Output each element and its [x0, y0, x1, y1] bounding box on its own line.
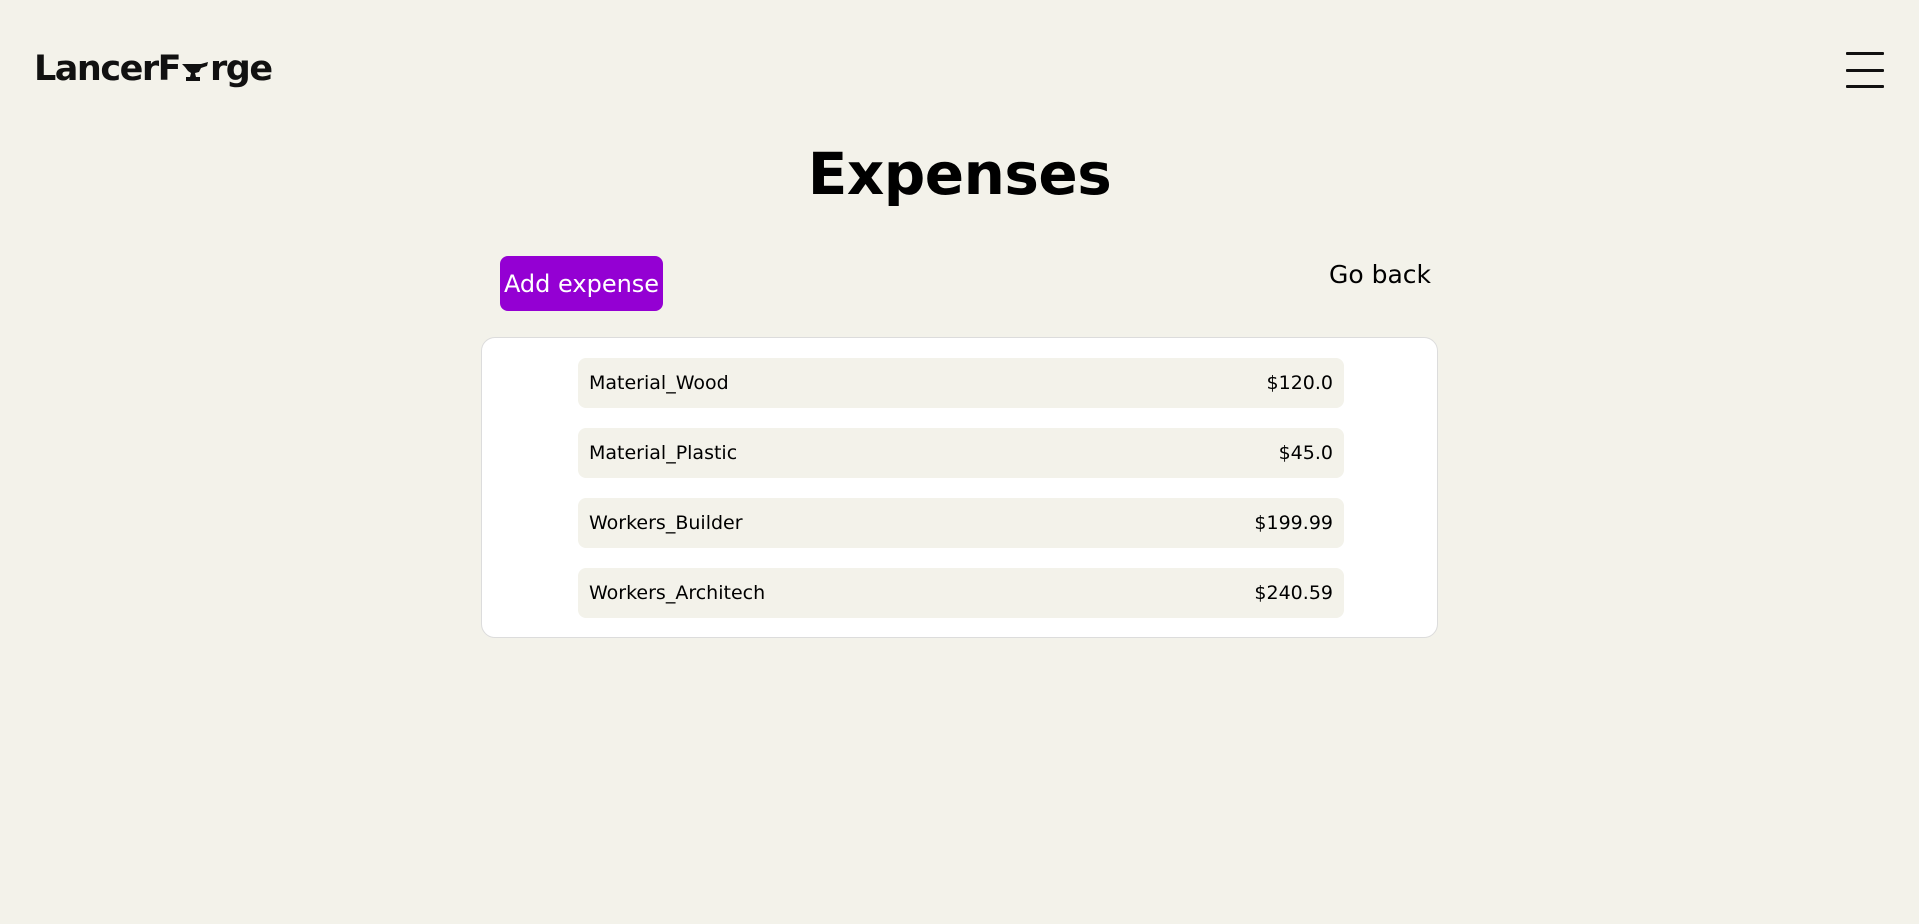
hamburger-menu-icon[interactable]: [1846, 52, 1884, 88]
menu-bar: [1846, 68, 1884, 72]
go-back-link[interactable]: Go back: [1310, 258, 1450, 292]
expense-amount: $199.99: [1254, 512, 1333, 534]
expense-name: Workers_Builder: [589, 512, 743, 534]
expense-row[interactable]: Material_Wood $120.0: [578, 358, 1344, 408]
expense-amount: $45.0: [1278, 442, 1333, 464]
logo-text-right: rge: [210, 49, 273, 89]
expense-row[interactable]: Workers_Architech $240.59: [578, 568, 1344, 618]
expense-name: Material_Wood: [589, 372, 729, 394]
menu-bar: [1846, 85, 1884, 88]
logo-text-left: LancerF: [34, 49, 182, 89]
expense-name: Workers_Architech: [589, 582, 766, 604]
expense-name: Material_Plastic: [589, 442, 738, 464]
page: LancerF rge Expenses Add expense Go back…: [0, 0, 1919, 924]
logo[interactable]: LancerF rge: [34, 49, 273, 89]
add-expense-button[interactable]: Add expense: [500, 256, 663, 311]
page-title: Expenses: [807, 140, 1112, 208]
expense-amount: $120.0: [1266, 372, 1333, 394]
menu-bar: [1846, 52, 1884, 55]
anvil-icon: [181, 50, 209, 81]
expense-row[interactable]: Workers_Builder $199.99: [578, 498, 1344, 548]
expenses-card: Material_Wood $120.0 Material_Plastic $4…: [481, 337, 1438, 638]
expense-amount: $240.59: [1254, 582, 1333, 604]
expense-row[interactable]: Material_Plastic $45.0: [578, 428, 1344, 478]
